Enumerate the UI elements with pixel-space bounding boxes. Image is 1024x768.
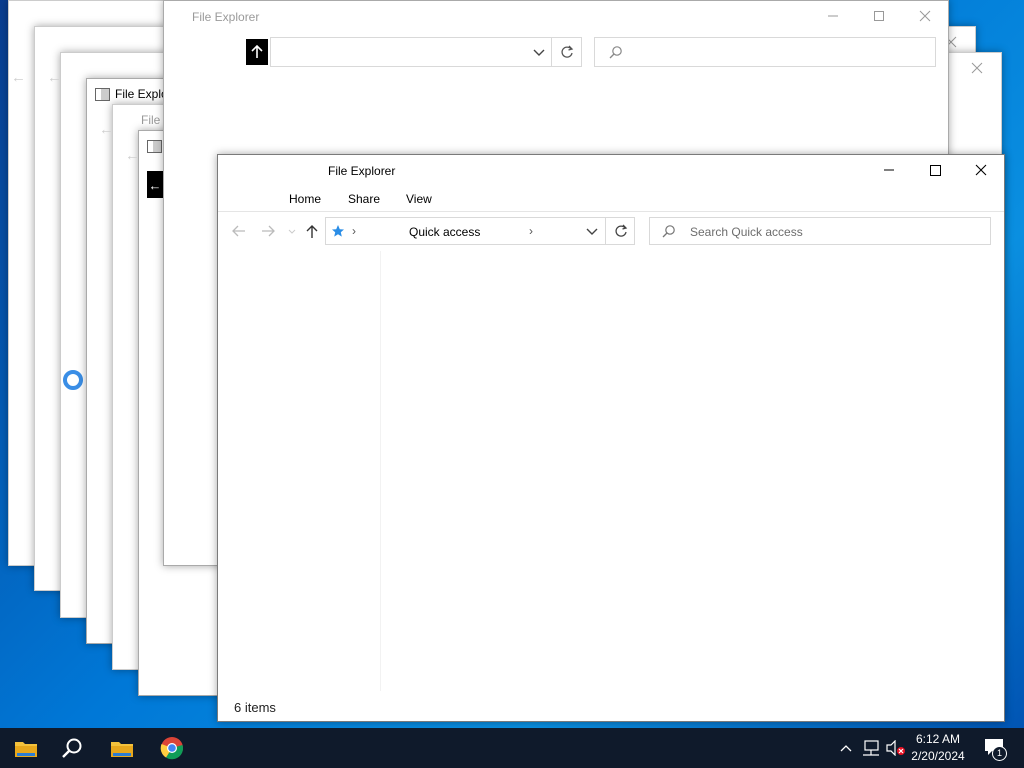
close-button[interactable]	[958, 155, 1004, 185]
close-icon	[919, 10, 931, 22]
folder-icon	[111, 742, 133, 757]
search-icon	[609, 46, 622, 59]
clock-time[interactable]: 6:12 AM	[908, 732, 968, 746]
navigation-bar: › Quick access › Search Quick access	[218, 211, 1004, 251]
tab-share[interactable]: Share	[348, 192, 380, 206]
up-button[interactable]	[246, 39, 268, 65]
window-title: File Explorer	[192, 10, 260, 24]
window-title: File Explo	[115, 87, 168, 101]
ribbon: Home Share View	[218, 187, 1004, 212]
recent-locations-chevron-icon[interactable]	[288, 229, 296, 235]
action-center-button[interactable]: 1	[982, 736, 1007, 761]
maximize-button[interactable]	[856, 1, 902, 31]
search-icon	[62, 738, 82, 758]
back-arrow-icon: ←	[99, 121, 114, 138]
close-button[interactable]	[902, 1, 948, 31]
taskbar-search-button[interactable]	[48, 728, 96, 768]
back-button[interactable]: ←	[147, 171, 163, 198]
file-explorer-icon	[147, 140, 162, 153]
search-box[interactable]: Search Quick access	[649, 217, 991, 245]
refresh-icon	[615, 224, 628, 237]
breadcrumb-chevron-icon[interactable]: ›	[352, 224, 356, 238]
refresh-button[interactable]	[551, 38, 582, 66]
network-icon[interactable]	[862, 740, 880, 756]
show-hidden-icons-chevron-icon[interactable]	[840, 744, 852, 752]
status-bar-item-count: 6 items	[234, 700, 276, 715]
breadcrumb-quick-access[interactable]: Quick access	[409, 225, 480, 239]
tab-view[interactable]: View	[406, 192, 432, 206]
up-arrow-icon	[251, 45, 263, 58]
minimize-button[interactable]	[810, 1, 856, 31]
file-explorer-icon	[95, 88, 110, 101]
address-bar[interactable]	[270, 37, 582, 67]
volume-muted-icon[interactable]	[886, 740, 906, 756]
back-arrow-icon: ←	[11, 69, 26, 86]
search-icon	[662, 225, 675, 238]
notification-count-badge: 1	[992, 746, 1007, 761]
minimize-icon	[884, 169, 894, 171]
breadcrumb-chevron-icon[interactable]: ›	[529, 224, 533, 238]
refresh-button[interactable]	[605, 218, 636, 244]
maximize-icon	[929, 164, 941, 176]
refresh-icon	[561, 45, 574, 58]
chevron-down-icon[interactable]	[586, 228, 598, 236]
minimize-icon	[828, 15, 838, 17]
back-arrow-icon: ←	[125, 147, 140, 164]
title-bar[interactable]: File Explorer	[218, 155, 1004, 187]
taskbar-file-explorer-app[interactable]	[98, 728, 146, 768]
search-placeholder: Search Quick access	[690, 225, 803, 239]
taskbar-file-explorer-button[interactable]	[2, 728, 50, 768]
close-icon	[971, 62, 983, 74]
taskbar-chrome-button[interactable]	[148, 728, 196, 768]
close-button[interactable]	[954, 53, 1000, 83]
chrome-icon	[160, 737, 184, 760]
taskbar: 6:12 AM 2/20/2024 1	[0, 728, 1024, 768]
star-icon	[332, 225, 344, 237]
maximize-icon	[874, 11, 884, 21]
window-title: File Explorer	[328, 164, 396, 178]
chevron-down-icon[interactable]	[533, 49, 545, 57]
content-pane	[381, 251, 1002, 691]
loading-spinner-icon	[63, 370, 83, 390]
up-arrow-icon[interactable]	[306, 225, 318, 239]
minimize-button[interactable]	[866, 155, 912, 185]
navigation-pane	[218, 251, 381, 691]
back-arrow-icon: ←	[47, 69, 62, 86]
maximize-button[interactable]	[912, 155, 958, 185]
file-explorer-window: File Explorer Home Share View › Quick ac…	[217, 154, 1005, 722]
forward-arrow-icon[interactable]	[261, 225, 275, 237]
address-bar[interactable]: › Quick access ›	[325, 217, 635, 245]
folder-icon	[15, 742, 37, 757]
clock-date[interactable]: 2/20/2024	[906, 749, 970, 763]
search-box[interactable]	[594, 37, 936, 67]
back-arrow-icon[interactable]	[232, 225, 246, 237]
tab-home[interactable]: Home	[289, 192, 321, 206]
close-icon	[975, 164, 987, 176]
